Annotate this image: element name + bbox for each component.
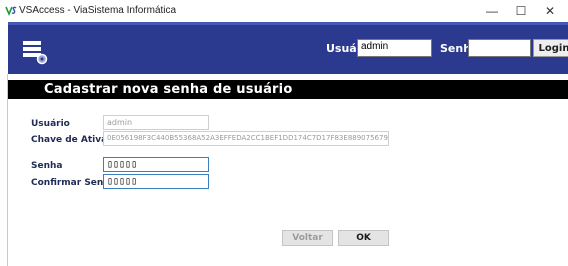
server-settings-icon (23, 41, 48, 65)
voltar-button[interactable]: Voltar (282, 230, 333, 246)
confirmar-senha-field[interactable]: ▯▯▯▯▯ (103, 174, 209, 189)
window-left-border (7, 74, 8, 266)
window-title: VSAccess - ViaSistema Informática (19, 5, 177, 16)
ok-button[interactable]: OK (338, 230, 389, 246)
usuario-label: Usuário (31, 119, 70, 129)
maximize-icon: ☐ (515, 4, 527, 18)
usuario-field[interactable]: admin (103, 115, 209, 130)
close-icon: ✕ (544, 4, 556, 18)
login-button[interactable]: Login (533, 39, 568, 57)
header-usuario-input[interactable]: admin (357, 39, 432, 57)
app-header: Usuário admin Senha Login (8, 22, 568, 74)
minimize-button[interactable]: — (478, 0, 506, 22)
page-title: Cadastrar nova senha de usuário (44, 82, 293, 97)
senha-field[interactable]: ▯▯▯▯▯ (103, 157, 209, 172)
maximize-button[interactable]: ☐ (507, 0, 535, 22)
chave-field[interactable]: 0E056198F3C440B55368A52A3EFFEDA2CC1BEF1D… (103, 131, 389, 146)
header-senha-input[interactable] (468, 39, 531, 57)
vs-logo-icon (5, 6, 17, 17)
close-button[interactable]: ✕ (536, 0, 564, 22)
senha-label: Senha (31, 161, 63, 171)
minimize-icon: — (486, 4, 498, 18)
